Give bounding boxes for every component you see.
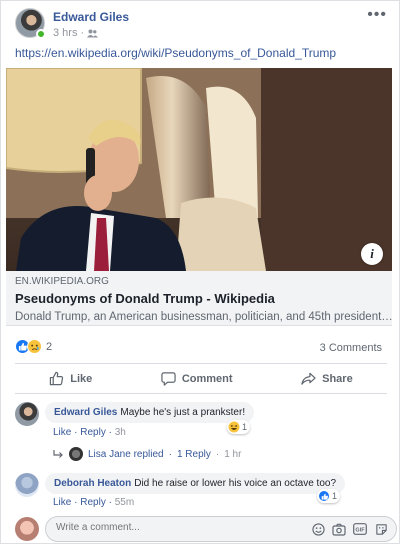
comment-label: Comment (181, 372, 233, 385)
share-label: Share (322, 372, 353, 385)
post-header: Edward Giles 3 hrs · ••• (15, 7, 387, 40)
comment-like-link[interactable]: Like (53, 427, 71, 438)
comment-bubble: Edward Giles Maybe he's just a prankster! (45, 402, 255, 423)
author-avatar[interactable] (15, 8, 46, 39)
comment-input[interactable] (56, 522, 276, 533)
like-label: Like (70, 372, 93, 385)
info-icon[interactable]: i (361, 243, 383, 265)
avatar (69, 447, 83, 461)
comment-icon (161, 372, 176, 386)
friends-icon (87, 29, 99, 37)
comments-count[interactable]: 3 Comments (320, 342, 382, 354)
replies-summary[interactable]: Lisa Jane replied · 1 Reply · 1 hr (53, 447, 241, 461)
reply-arrow-icon (53, 449, 63, 458)
sticker-icon[interactable] (374, 522, 388, 536)
sad-reaction-icon (27, 339, 42, 354)
comment-reaction-count: 1 (242, 422, 248, 432)
comment-actions: Like · Reply · 55m (53, 497, 135, 508)
camera-icon[interactable] (332, 522, 346, 536)
comment-button[interactable]: Comment (161, 371, 233, 386)
post-link[interactable]: https://en.wikipedia.org/wiki/Pseudonyms… (15, 46, 336, 60)
online-status-icon (36, 29, 46, 39)
comment-item: Edward Giles Maybe he's just a prankster!… (15, 402, 387, 442)
comment-text: Maybe he's just a prankster! (120, 407, 246, 418)
post-actions: Like Comment Share (15, 366, 387, 391)
reply-count[interactable]: 1 Reply (177, 449, 211, 460)
avatar[interactable] (15, 517, 39, 541)
link-preview-photo (6, 68, 392, 271)
comment-reply-link[interactable]: Reply (80, 497, 106, 508)
share-icon (301, 372, 316, 385)
svg-text:GIF: GIF (355, 527, 365, 533)
comment-input-box[interactable]: GIF (45, 516, 397, 542)
divider (15, 393, 387, 394)
gif-icon[interactable]: GIF (353, 522, 367, 536)
comment-author[interactable]: Deborah Heaton (54, 478, 131, 489)
avatar[interactable] (15, 402, 39, 426)
reaction-count: 2 (46, 340, 53, 353)
link-preview-info[interactable]: EN.WIKIPEDIA.ORG Pseudonyms of Donald Tr… (6, 271, 393, 326)
reply-author[interactable]: Lisa Jane replied (88, 449, 164, 460)
divider (15, 363, 387, 364)
link-title[interactable]: Pseudonyms of Donald Trump - Wikipedia (15, 291, 383, 306)
comment-time[interactable]: 55m (115, 497, 134, 508)
post-meta: 3 hrs · (53, 27, 99, 39)
post-author-name[interactable]: Edward Giles (53, 10, 129, 24)
comment-author[interactable]: Edward Giles (54, 407, 117, 418)
comment-item: Deborah Heaton Did he raise or lower his … (15, 473, 387, 513)
avatar[interactable] (15, 473, 39, 497)
comment-reaction[interactable]: 1 (227, 420, 251, 434)
like-button[interactable]: Like (49, 371, 92, 386)
link-preview-image[interactable]: i (6, 68, 392, 271)
comment-like-link[interactable]: Like (53, 497, 71, 508)
haha-reaction-icon (228, 421, 240, 433)
comment-text: Did he raise or lower his voice an octav… (134, 478, 337, 489)
more-options-icon[interactable]: ••• (367, 7, 387, 23)
comment-reaction-count: 1 (332, 491, 338, 501)
reply-time: 1 hr (224, 448, 242, 460)
link-domain: EN.WIKIPEDIA.ORG (15, 276, 109, 287)
post-card: Edward Giles 3 hrs · ••• https://en.wiki… (0, 0, 400, 544)
comment-reply-link[interactable]: Reply (80, 427, 106, 438)
link-description: Donald Trump, an American businessman, p… (15, 311, 393, 323)
post-time[interactable]: 3 hrs (53, 27, 77, 39)
comment-bubble: Deborah Heaton Did he raise or lower his … (45, 473, 346, 494)
like-reaction-icon (318, 490, 330, 502)
reaction-summary[interactable]: 2 (15, 339, 52, 354)
comment-composer: GIF (15, 516, 397, 542)
emoji-icon[interactable] (311, 522, 325, 536)
comment-time[interactable]: 3h (115, 427, 126, 438)
thumbs-up-icon (50, 371, 64, 386)
share-button[interactable]: Share (301, 371, 353, 386)
comment-reaction[interactable]: 1 (317, 489, 341, 503)
comment-actions: Like · Reply · 3h (53, 427, 126, 438)
composer-icons: GIF (311, 522, 388, 536)
